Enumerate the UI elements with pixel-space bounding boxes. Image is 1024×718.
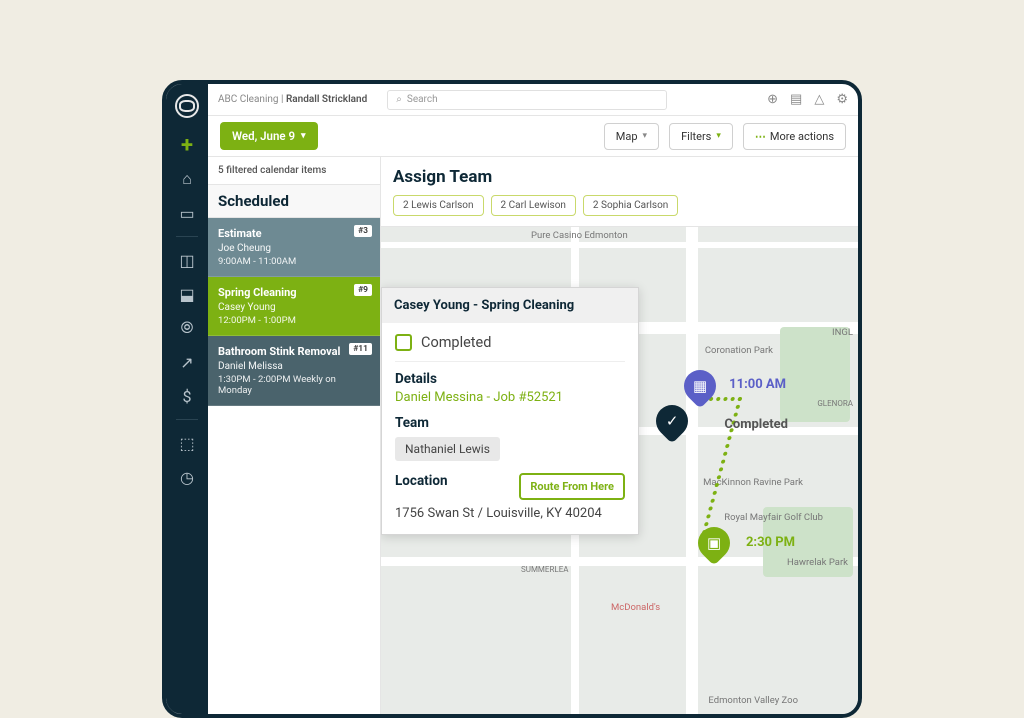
schedule-card[interactable]: Bathroom Stink Removal #11 Daniel Meliss… [208,336,380,406]
team-member-chip[interactable]: Nathaniel Lewis [395,437,500,461]
job-link[interactable]: Daniel Messina - Job #52521 [395,390,625,405]
nav-contacts-icon[interactable]: ◫ [174,247,200,273]
more-actions-button[interactable]: ⋯More actions [743,123,846,150]
check-icon: ✓ [666,412,679,430]
schedule-card[interactable]: Estimate #3 Joe Cheung 9:00AM - 11:00AM [208,218,380,277]
nav-reports-icon[interactable]: ⬚ [174,430,200,456]
nav-tools-icon[interactable]: ↗ [174,349,200,375]
team-chip[interactable]: 2 Sophia Carlson [583,195,678,216]
search-input[interactable]: ⌕ Search [387,90,667,110]
toolbar: Wed, June 9▾ Map▾ Filters▾ ⋯More actions [208,116,858,156]
team-chip[interactable]: 2 Carl Lewison [491,195,576,216]
pin-time-label: 2:30 PM [746,535,795,550]
map-button[interactable]: Map▾ [604,123,659,150]
job-popup: Casey Young - Spring Cleaning Completed … [381,287,639,535]
nav-add[interactable]: + [174,132,200,158]
route-from-here-button[interactable]: Route From Here [519,473,625,500]
team-label: Team [395,415,625,431]
map-canvas[interactable]: Pure Casino Edmonton Coronation Park ING… [381,227,858,714]
assign-team-panel: Assign Team 2 Lewis Carlson 2 Carl Lewis… [381,157,858,227]
breadcrumb: ABC Cleaning | Randall Strickland [218,94,367,105]
team-chip[interactable]: 2 Lewis Carlson [393,195,484,216]
schedule-card[interactable]: Spring Cleaning #9 Casey Young 12:00PM -… [208,277,380,336]
date-picker-button[interactable]: Wed, June 9▾ [220,122,318,150]
checkbox-icon[interactable] [395,334,412,351]
truck-icon: ▣ [707,534,721,552]
app-logo [175,94,199,118]
topbar: ABC Cleaning | Randall Strickland ⌕ Sear… [208,84,858,116]
globe-icon[interactable]: ⊕ [767,92,778,107]
details-label: Details [395,371,625,387]
gear-icon[interactable]: ⚙ [836,92,848,107]
address-text: 1756 Swan St / Louisville, KY 40204 [395,505,625,523]
left-nav: + ⌂ ▭ ◫ ⬓ ⦾ ↗ $ ⬚ ◷ [166,84,208,714]
nav-calendar-icon[interactable]: ▭ [174,200,200,226]
nav-inbox-icon[interactable]: ⬓ [174,281,200,307]
filter-info: 5 filtered calendar items [208,157,380,185]
chat-icon[interactable]: ▤ [790,92,802,107]
search-icon: ⌕ [396,94,402,105]
nav-invoice-icon[interactable]: $ [174,383,200,409]
scheduled-header: Scheduled [208,185,380,218]
bell-icon[interactable]: △ [814,92,824,107]
assign-team-title: Assign Team [393,167,846,187]
nav-search-icon[interactable]: ⦾ [174,315,200,341]
clipboard-icon: ▦ [693,377,707,395]
popup-title: Casey Young - Spring Cleaning [382,288,638,323]
location-label: Location [395,473,448,489]
nav-home-icon[interactable]: ⌂ [174,166,200,192]
filters-button[interactable]: Filters▾ [669,123,733,150]
schedule-sidebar: 5 filtered calendar items Scheduled Esti… [208,157,381,714]
completed-checkbox-row[interactable]: Completed [395,334,625,362]
pin-status-label: Completed [724,417,788,432]
pin-time-label: 11:00 AM [729,377,786,392]
nav-time-icon[interactable]: ◷ [174,464,200,490]
